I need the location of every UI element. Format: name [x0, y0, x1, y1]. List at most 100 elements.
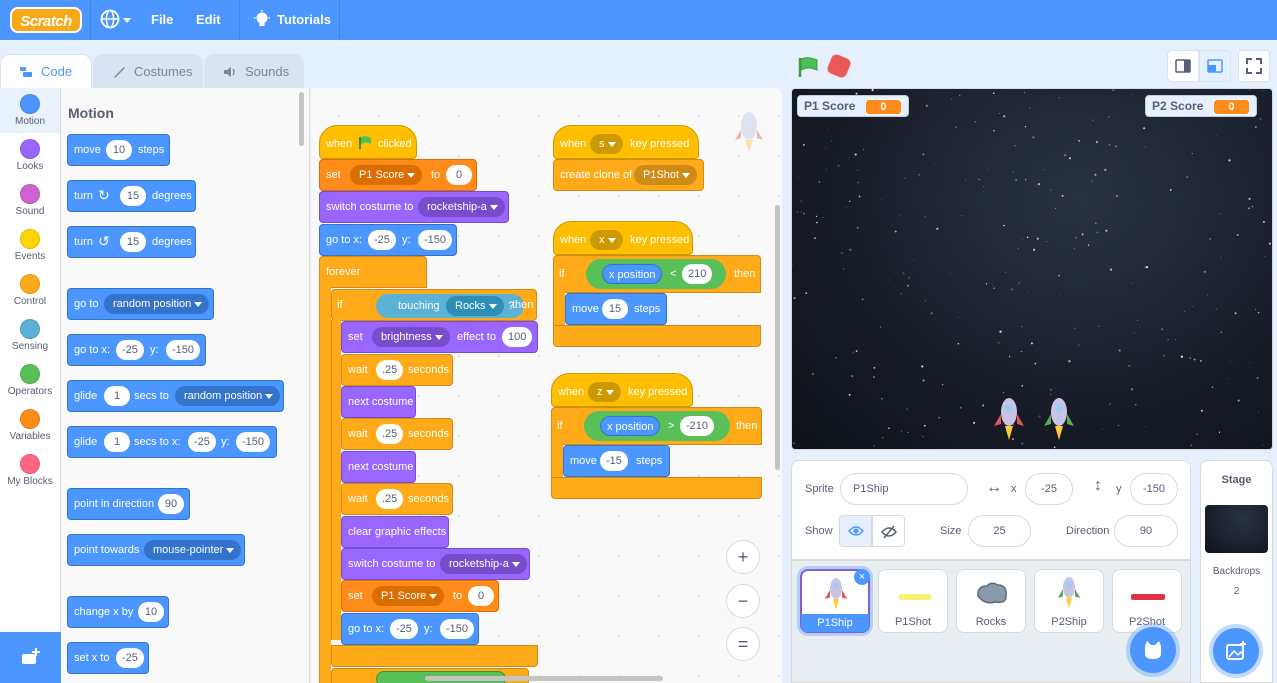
costume-dropdown[interactable]: rocketship-a — [440, 554, 527, 574]
category-operators[interactable]: Operators — [0, 358, 60, 403]
number-input[interactable]: 15 — [120, 186, 146, 206]
point-towards-block[interactable]: point towards mouse-pointer — [67, 534, 245, 566]
category-my-blocks[interactable]: My Blocks — [0, 448, 60, 493]
go-to-xy-block[interactable]: go to x: -25 y: -150 — [67, 334, 206, 366]
wait-block[interactable]: wait .25 seconds — [341, 418, 453, 450]
value-input[interactable]: 100 — [502, 327, 533, 347]
sprite-tile-p1ship[interactable]: × P1Ship — [800, 569, 870, 633]
sprite-name-field[interactable]: P1Ship — [840, 473, 968, 505]
greater-than-operator[interactable]: x position > -210 — [584, 411, 730, 441]
palette-scrollbar[interactable] — [299, 92, 304, 146]
value-input[interactable]: 0 — [468, 586, 494, 606]
tab-code[interactable]: Code — [0, 54, 92, 88]
y-field[interactable]: -150 — [1130, 473, 1178, 505]
category-sensing[interactable]: Sensing — [0, 313, 60, 358]
turn-left-block[interactable]: turn ↺ 15 degrees — [67, 226, 196, 258]
key-dropdown[interactable]: s — [590, 134, 623, 154]
set-effect-block[interactable]: set brightness effect to 100 — [341, 321, 538, 353]
target-dropdown[interactable]: random position — [175, 386, 281, 406]
go-to-xy-block[interactable]: go to x: -25 y: -150 — [319, 224, 457, 256]
stage-target-pane[interactable]: Stage Backdrops 2 — [1200, 460, 1273, 683]
variable-dropdown[interactable]: P1 Score — [350, 165, 423, 185]
choose-backdrop-button[interactable] — [1213, 628, 1259, 674]
sprite-tile-p1shot[interactable]: P1Shot — [878, 569, 948, 633]
secs-input[interactable]: 1 — [104, 432, 130, 452]
touching-condition[interactable]: touching Rocks ? — [376, 294, 524, 318]
when-flag-clicked-block[interactable]: when clicked — [319, 125, 417, 159]
globe-icon[interactable] — [100, 9, 120, 29]
x-input[interactable]: -25 — [368, 230, 396, 250]
seconds-input[interactable]: .25 — [376, 489, 404, 509]
wait-block[interactable]: wait .25 seconds — [341, 483, 453, 515]
forever-block[interactable]: forever — [319, 256, 427, 288]
category-control[interactable]: Control — [0, 268, 60, 313]
when-key-pressed-block[interactable]: when s key pressed — [553, 125, 699, 159]
change-x-block[interactable]: change x by 10 — [67, 596, 169, 628]
p2-ship-sprite[interactable] — [1042, 394, 1076, 442]
sprite-tile-rocks[interactable]: Rocks — [956, 569, 1026, 633]
variable-dropdown[interactable]: P1 Score — [372, 586, 445, 606]
clear-graphic-effects-block[interactable]: clear graphic effects — [341, 516, 449, 548]
p1-ship-sprite[interactable] — [992, 394, 1026, 442]
green-flag-icon[interactable] — [797, 56, 819, 78]
if-then-block[interactable]: if x position < 210 then — [553, 255, 761, 293]
y-input[interactable]: -150 — [236, 432, 271, 452]
variable-monitor-p1-score[interactable]: P1 Score 0 — [797, 95, 909, 117]
delete-sprite-icon[interactable]: × — [854, 569, 870, 585]
clone-target-dropdown[interactable]: P1Shot — [634, 165, 698, 185]
x-input[interactable]: -25 — [188, 432, 216, 452]
edit-menu[interactable]: Edit — [196, 0, 221, 40]
number-input[interactable]: 10 — [138, 602, 164, 622]
category-events[interactable]: Events — [0, 223, 60, 268]
category-variables[interactable]: Variables — [0, 403, 60, 448]
set-variable-block[interactable]: set P1 Score to 0 — [319, 159, 477, 191]
show-hidden-button[interactable] — [872, 515, 905, 547]
add-extension-button[interactable] — [0, 632, 61, 683]
value-input[interactable]: 0 — [446, 165, 472, 185]
zoom-in-button[interactable]: + — [726, 540, 760, 574]
stage-canvas[interactable]: P1 Score 0 P2 Score 0 — [791, 88, 1273, 450]
direction-input[interactable]: 90 — [158, 494, 184, 514]
target-dropdown[interactable]: mouse-pointer — [144, 540, 242, 560]
y-input[interactable]: -150 — [440, 619, 475, 639]
number-input[interactable]: -25 — [116, 648, 144, 668]
if-then-block[interactable]: if touching Rocks ? then — [331, 289, 537, 321]
zoom-reset-button[interactable]: = — [726, 627, 760, 661]
category-looks[interactable]: Looks — [0, 133, 60, 178]
key-dropdown[interactable]: x — [590, 230, 623, 250]
when-key-pressed-block[interactable]: when x key pressed — [553, 221, 693, 255]
number-input[interactable]: 10 — [106, 140, 132, 160]
script-horizontal-scrollbar[interactable] — [425, 676, 663, 681]
turn-right-block[interactable]: turn ↻ 15 degrees — [67, 180, 196, 212]
switch-costume-block[interactable]: switch costume to rocketship-a — [319, 191, 509, 223]
fullscreen-button[interactable] — [1238, 50, 1270, 82]
number-input[interactable]: -15 — [600, 451, 628, 471]
script-area[interactable]: when clicked set P1 Score to 0 switch co… — [311, 88, 782, 683]
secs-input[interactable]: 1 — [104, 386, 130, 406]
variable-monitor-p2-score[interactable]: P2 Score 0 — [1145, 95, 1257, 117]
if-then-block[interactable]: if x position > -210 then — [551, 407, 762, 445]
sprite-tile-p2shot[interactable]: P2Shot — [1112, 569, 1182, 633]
sprite-tile-p2ship[interactable]: P2Ship — [1034, 569, 1104, 633]
next-costume-block[interactable]: next costume — [341, 451, 416, 483]
category-motion[interactable]: Motion — [0, 88, 60, 133]
effect-dropdown[interactable]: brightness — [372, 327, 450, 347]
x-input[interactable]: -25 — [390, 619, 418, 639]
costume-dropdown[interactable]: rocketship-a — [418, 197, 505, 217]
move-steps-block[interactable]: move 10 steps — [67, 134, 170, 166]
file-menu[interactable]: File — [151, 0, 173, 40]
value-input[interactable]: -210 — [680, 416, 715, 436]
tutorials-menu[interactable]: Tutorials — [277, 0, 331, 40]
object-dropdown[interactable]: Rocks — [446, 296, 504, 316]
target-dropdown[interactable]: random position — [104, 294, 210, 314]
tab-costumes[interactable]: Costumes — [93, 54, 203, 88]
x-position-reporter[interactable]: x position — [600, 416, 661, 436]
switch-costume-block[interactable]: switch costume to rocketship-a — [341, 548, 530, 580]
set-variable-block[interactable]: set P1 Score to 0 — [341, 580, 499, 612]
stop-icon[interactable] — [825, 52, 853, 80]
seconds-input[interactable]: .25 — [376, 424, 404, 444]
when-key-pressed-block[interactable]: when z key pressed — [551, 373, 693, 407]
go-to-block[interactable]: go to random position — [67, 288, 214, 320]
move-steps-block[interactable]: move -15 steps — [563, 445, 670, 477]
glide-to-block[interactable]: glide 1 secs to random position — [67, 380, 284, 412]
